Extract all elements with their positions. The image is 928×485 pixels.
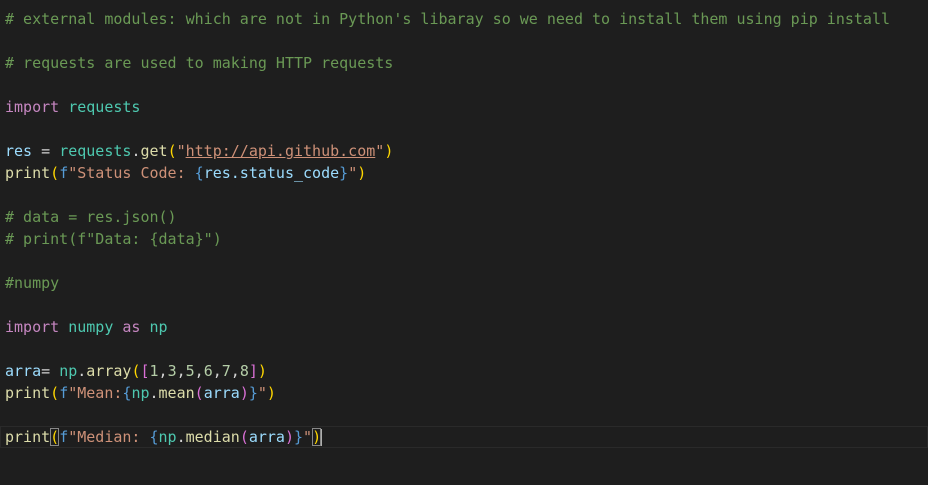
string: "Status Code: bbox=[68, 164, 195, 182]
bracket: ] bbox=[248, 362, 258, 380]
paren: ) bbox=[284, 428, 294, 446]
code-line-15[interactable]: import numpy as np bbox=[5, 316, 928, 338]
paren: ( bbox=[194, 384, 204, 402]
module-name: requests bbox=[59, 142, 132, 160]
string-quote: " bbox=[176, 142, 186, 160]
keyword-import: import bbox=[5, 98, 60, 116]
matched-paren-open: ( bbox=[50, 428, 60, 446]
dot: . bbox=[176, 428, 186, 446]
operator: = bbox=[41, 362, 60, 380]
module-name: numpy bbox=[68, 318, 114, 336]
module-alias: np bbox=[149, 318, 168, 336]
code-line-16[interactable] bbox=[5, 338, 928, 360]
dot: . bbox=[77, 362, 87, 380]
dot: . bbox=[149, 384, 159, 402]
number: 8 bbox=[239, 362, 249, 380]
paren: ) bbox=[357, 164, 367, 182]
code-line-7[interactable]: res = requests.get("http://api.github.co… bbox=[5, 140, 928, 162]
comma: , bbox=[176, 362, 186, 380]
module-name: requests bbox=[68, 98, 141, 116]
url-link[interactable]: http://api.github.com bbox=[186, 142, 376, 160]
paren: ) bbox=[266, 384, 276, 402]
function-name: mean bbox=[158, 384, 195, 402]
paren: ( bbox=[50, 384, 60, 402]
comment: # requests are used to making HTTP reque… bbox=[5, 54, 394, 72]
variable: arra bbox=[248, 428, 285, 446]
code-line-14[interactable] bbox=[5, 294, 928, 316]
number: 7 bbox=[221, 362, 231, 380]
number: 6 bbox=[203, 362, 213, 380]
code-line-9[interactable] bbox=[5, 184, 928, 206]
variable: res bbox=[5, 142, 33, 160]
code-line-1[interactable]: # external modules: which are not in Pyt… bbox=[5, 8, 928, 30]
comment: # external modules: which are not in Pyt… bbox=[5, 10, 891, 28]
number: 5 bbox=[185, 362, 195, 380]
module-alias: np bbox=[158, 428, 177, 446]
fstring-prefix: f bbox=[59, 384, 69, 402]
brace: { bbox=[149, 428, 159, 446]
string: " bbox=[348, 164, 358, 182]
code-line-2[interactable] bbox=[5, 30, 928, 52]
code-line-6[interactable] bbox=[5, 118, 928, 140]
number: 3 bbox=[167, 362, 177, 380]
keyword-as: as bbox=[122, 318, 141, 336]
function-name: get bbox=[140, 142, 168, 160]
fstring-prefix: f bbox=[59, 428, 69, 446]
brace: { bbox=[194, 164, 204, 182]
code-line-18[interactable]: print(f"Mean:{np.mean(arra)}") bbox=[5, 382, 928, 404]
brace: } bbox=[248, 384, 258, 402]
string-quote: " bbox=[375, 142, 385, 160]
comma: , bbox=[230, 362, 240, 380]
module-alias: np bbox=[131, 384, 150, 402]
paren: ( bbox=[167, 142, 177, 160]
string: " bbox=[257, 384, 267, 402]
function-name: median bbox=[185, 428, 240, 446]
comma: , bbox=[194, 362, 204, 380]
string: " bbox=[303, 428, 313, 446]
keyword-import: import bbox=[5, 318, 60, 336]
bracket: [ bbox=[140, 362, 150, 380]
string: "Mean: bbox=[68, 384, 123, 402]
code-line-20[interactable]: print(f"Median: {np.median(arra)}") bbox=[0, 426, 928, 448]
brace: } bbox=[294, 428, 304, 446]
comma: , bbox=[212, 362, 222, 380]
paren: ( bbox=[50, 164, 60, 182]
code-line-13[interactable]: #numpy bbox=[5, 272, 928, 294]
function-name: print bbox=[5, 428, 51, 446]
paren: ) bbox=[257, 362, 267, 380]
code-line-12[interactable] bbox=[5, 250, 928, 272]
operator: = bbox=[32, 142, 60, 160]
number: 1 bbox=[149, 362, 159, 380]
function-name: print bbox=[5, 164, 51, 182]
comma: , bbox=[158, 362, 168, 380]
paren: ) bbox=[239, 384, 249, 402]
string: "Median: bbox=[68, 428, 150, 446]
paren: ( bbox=[239, 428, 249, 446]
variable: arra bbox=[5, 362, 42, 380]
code-line-10[interactable]: # data = res.json() bbox=[5, 206, 928, 228]
text-cursor bbox=[320, 429, 323, 446]
code-line-8[interactable]: print(f"Status Code: {res.status_code}") bbox=[5, 162, 928, 184]
code-line-5[interactable]: import requests bbox=[5, 96, 928, 118]
code-line-19[interactable] bbox=[5, 404, 928, 426]
comment: #numpy bbox=[5, 274, 60, 292]
comment: # print(f"Data: {data}") bbox=[5, 230, 222, 248]
brace: } bbox=[339, 164, 349, 182]
module-alias: np bbox=[59, 362, 78, 380]
function-name: print bbox=[5, 384, 51, 402]
variable: arra bbox=[203, 384, 240, 402]
code-line-3[interactable]: # requests are used to making HTTP reque… bbox=[5, 52, 928, 74]
code-line-11[interactable]: # print(f"Data: {data}") bbox=[5, 228, 928, 250]
fstring-prefix: f bbox=[59, 164, 69, 182]
paren: ) bbox=[384, 142, 394, 160]
code-editor[interactable]: # external modules: which are not in Pyt… bbox=[0, 0, 928, 485]
code-line-4[interactable] bbox=[5, 74, 928, 96]
code-line-17[interactable]: arra= np.array([1,3,5,6,7,8]) bbox=[5, 360, 928, 382]
expression: res.status_code bbox=[203, 164, 340, 182]
code-area[interactable]: # external modules: which are not in Pyt… bbox=[0, 8, 928, 448]
function-name: array bbox=[86, 362, 132, 380]
comment: # data = res.json() bbox=[5, 208, 177, 226]
